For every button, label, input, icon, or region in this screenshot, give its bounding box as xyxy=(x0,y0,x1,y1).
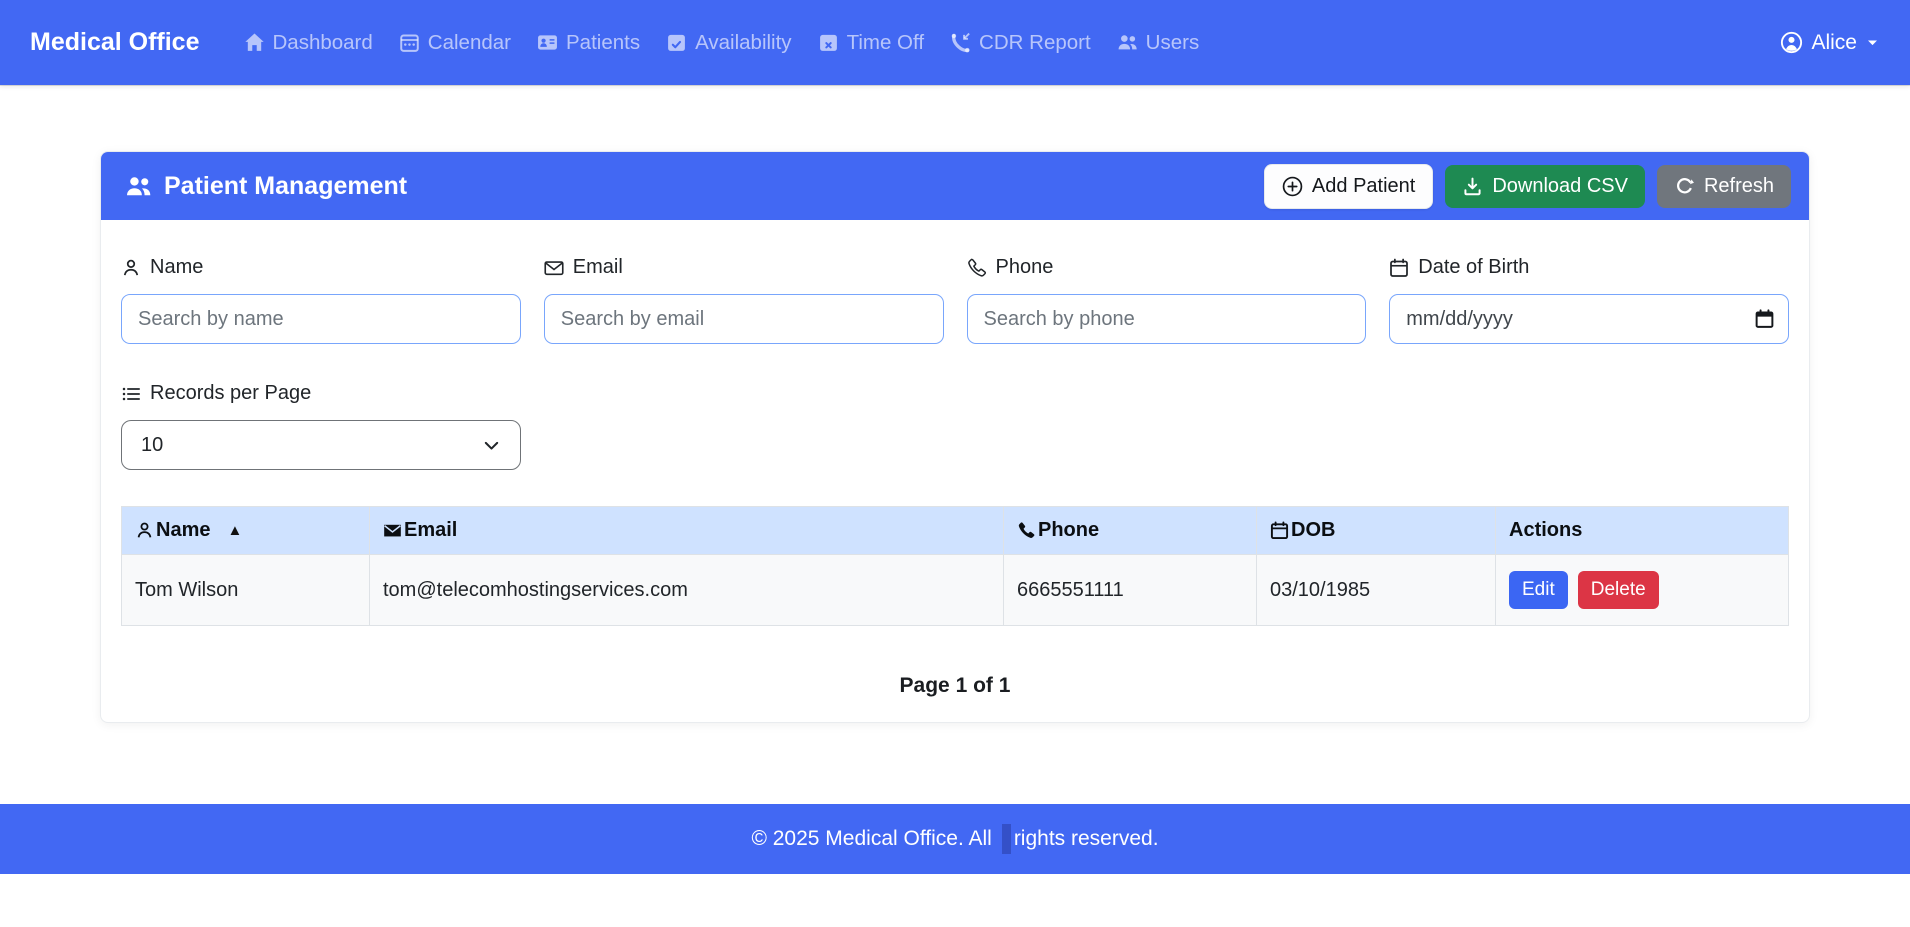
selected-value: 10 xyxy=(141,434,163,457)
refresh-icon xyxy=(1674,176,1695,197)
filter-dob: Date of Birth xyxy=(1389,256,1789,344)
email-label: Email xyxy=(544,256,944,279)
plus-circle-icon xyxy=(1282,176,1303,197)
person-icon xyxy=(135,521,154,540)
edit-button[interactable]: Edit xyxy=(1509,571,1568,609)
records-per-page-label: Records per Page xyxy=(121,382,1789,405)
user-name: Alice xyxy=(1811,31,1857,55)
chevron-down-icon xyxy=(482,436,501,455)
calendar-icon xyxy=(399,32,420,53)
cell-actions: Edit Delete xyxy=(1496,555,1789,626)
id-card-icon xyxy=(537,32,558,53)
header-actions: Add Patient Download CSV Refresh xyxy=(1264,164,1791,209)
card-body: Name Email Phone xyxy=(101,220,1809,722)
nav-item-timeoff[interactable]: Time Off xyxy=(818,31,924,55)
filter-phone: Phone xyxy=(967,256,1367,344)
calendar-picker-icon[interactable] xyxy=(1754,309,1775,330)
pagination-status: Page 1 of 1 xyxy=(121,674,1789,698)
download-csv-button[interactable]: Download CSV xyxy=(1445,165,1645,208)
list-icon xyxy=(121,384,141,404)
footer: © 2025 Medical Office. Allrights reserve… xyxy=(0,804,1910,874)
cell-dob: 03/10/1985 xyxy=(1257,555,1496,626)
column-header-actions: Actions xyxy=(1496,507,1789,555)
name-label: Name xyxy=(121,256,521,279)
phone-fill-icon xyxy=(1017,521,1036,540)
caret-down-icon xyxy=(1865,35,1880,50)
search-phone-input[interactable] xyxy=(967,294,1367,344)
person-circle-icon xyxy=(1780,31,1803,54)
text-cursor xyxy=(1002,824,1011,854)
nav-links: Dashboard Calendar Patients Availability… xyxy=(244,31,1200,55)
people-icon xyxy=(125,173,152,200)
calendar-x-icon xyxy=(818,32,839,53)
filter-row: Name Email Phone xyxy=(121,256,1789,344)
calendar-icon xyxy=(1270,521,1289,540)
filter-name: Name xyxy=(121,256,521,344)
calendar-check-icon xyxy=(666,32,687,53)
records-per-page-block: Records per Page 10 xyxy=(121,382,1789,470)
calendar-icon xyxy=(1389,258,1409,278)
navbar: Medical Office Dashboard Calendar Patien… xyxy=(0,0,1910,85)
nav-item-calendar[interactable]: Calendar xyxy=(399,31,511,55)
cell-email: tom@telecomhostingservices.com xyxy=(370,555,1004,626)
table-header-row: Name ▲ Email Phone xyxy=(122,507,1789,555)
envelope-icon xyxy=(544,258,564,278)
phone-icon xyxy=(967,258,987,278)
card-title: Patient Management xyxy=(125,172,407,201)
sort-asc-icon: ▲ xyxy=(227,522,242,539)
brand[interactable]: Medical Office xyxy=(30,28,200,57)
nav-item-cdr-report[interactable]: CDR Report xyxy=(950,31,1091,55)
person-icon xyxy=(121,258,141,278)
cell-name: Tom Wilson xyxy=(122,555,370,626)
column-header-email[interactable]: Email xyxy=(370,507,1004,555)
dob-field-wrap xyxy=(1389,294,1789,344)
column-header-name[interactable]: Name ▲ xyxy=(122,507,370,555)
dob-label: Date of Birth xyxy=(1389,256,1789,279)
column-header-dob[interactable]: DOB xyxy=(1257,507,1496,555)
patient-management-card: Patient Management Add Patient Download … xyxy=(100,151,1810,723)
card-header: Patient Management Add Patient Download … xyxy=(101,152,1809,220)
cell-phone: 6665551111 xyxy=(1004,555,1257,626)
phone-incoming-icon xyxy=(950,32,971,53)
add-patient-button[interactable]: Add Patient xyxy=(1264,164,1433,209)
table-row: Tom Wilson tom@telecomhostingservices.co… xyxy=(122,555,1789,626)
phone-label: Phone xyxy=(967,256,1367,279)
records-per-page-select[interactable]: 10 xyxy=(121,420,521,470)
delete-button[interactable]: Delete xyxy=(1578,571,1659,609)
patients-table: Name ▲ Email Phone xyxy=(121,506,1789,626)
people-icon xyxy=(1117,32,1138,53)
copyright-text: © 2025 Medical Office. Allrights reserve… xyxy=(751,824,1158,854)
nav-item-patients[interactable]: Patients xyxy=(537,31,640,55)
nav-item-users[interactable]: Users xyxy=(1117,31,1200,55)
nav-item-availability[interactable]: Availability xyxy=(666,31,791,55)
house-icon xyxy=(244,32,265,53)
column-header-phone[interactable]: Phone xyxy=(1004,507,1257,555)
refresh-button[interactable]: Refresh xyxy=(1657,165,1791,208)
dob-date-input[interactable] xyxy=(1389,294,1789,344)
envelope-fill-icon xyxy=(383,521,402,540)
download-icon xyxy=(1462,176,1483,197)
search-email-input[interactable] xyxy=(544,294,944,344)
filter-email: Email xyxy=(544,256,944,344)
search-name-input[interactable] xyxy=(121,294,521,344)
user-menu[interactable]: Alice xyxy=(1780,31,1880,55)
nav-item-dashboard[interactable]: Dashboard xyxy=(244,31,373,55)
page-title: Patient Management xyxy=(164,172,407,201)
